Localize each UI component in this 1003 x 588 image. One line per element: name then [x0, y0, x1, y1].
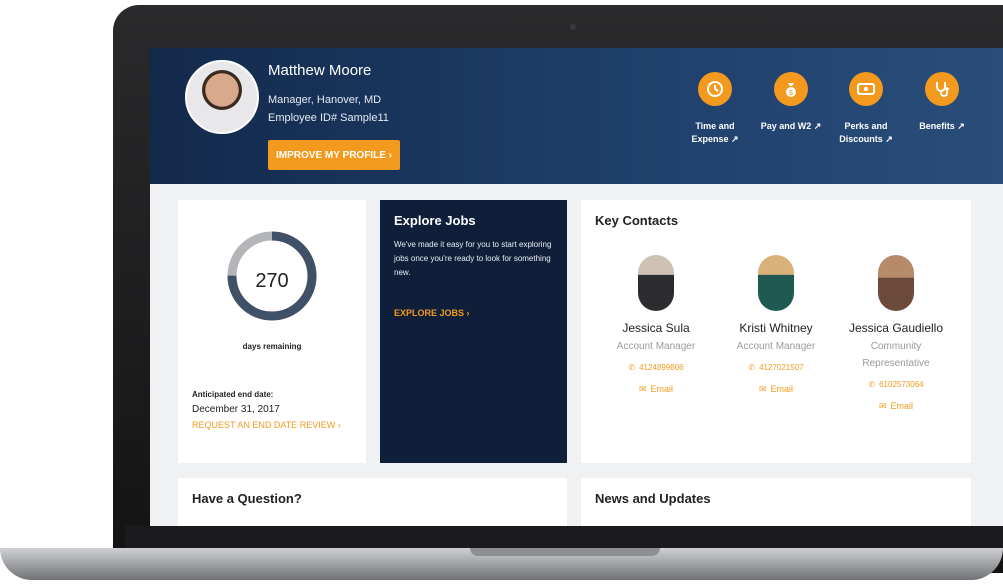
explore-jobs-body: We've made it easy for you to start expl…	[394, 240, 552, 277]
contact-phone[interactable]: ✆ 6102573064	[836, 380, 956, 389]
contact-name: Jessica Sula	[622, 321, 690, 335]
contact-card: Kristi Whitney Account Manager ✆ 41270215…	[716, 255, 836, 395]
employee-id: Employee ID# Sample11	[268, 112, 389, 124]
clock-icon	[698, 72, 732, 106]
email-link: Email	[650, 384, 674, 394]
contact-role: Account Manager	[736, 341, 816, 352]
svg-text:$: $	[789, 90, 793, 97]
shortcut-time-expense[interactable]: Time and Expense ↗	[675, 72, 755, 146]
end-date-value: December 31, 2017	[192, 404, 280, 415]
money-bag-icon: $	[774, 72, 808, 106]
explore-jobs-title: Explore Jobs	[394, 213, 476, 228]
contact-phone[interactable]: ✆ 4124899806	[596, 363, 716, 372]
improve-profile-button[interactable]: IMPROVE MY PROFILE ›	[268, 140, 400, 170]
shortcut-label: Pay and W2 ↗	[760, 121, 822, 131]
assignment-card: 270 days remaining Anticipated end date:…	[178, 200, 366, 463]
key-contacts-title: Key Contacts	[595, 213, 679, 228]
phone-icon: ✆	[748, 363, 756, 372]
email-link: Email	[770, 384, 794, 394]
key-contacts-card: Key Contacts Jessica Sula Account Manage…	[581, 200, 971, 463]
contact-photo	[638, 255, 674, 311]
profile-title: Manager, Hanover, MD	[268, 94, 382, 106]
envelope-icon: ✉	[878, 401, 887, 411]
contact-email[interactable]: ✉ Email	[716, 384, 836, 395]
shortcut-pay-w2[interactable]: $ Pay and W2 ↗	[751, 72, 831, 133]
contact-email[interactable]: ✉ Email	[836, 401, 956, 412]
envelope-icon: ✉	[638, 384, 647, 394]
phone-number: 4127021507	[759, 363, 804, 372]
news-card: News and Updates	[581, 478, 971, 526]
contact-name: Kristi Whitney	[739, 321, 813, 335]
request-review-link[interactable]: REQUEST AN END DATE REVIEW ›	[192, 420, 341, 430]
contact-card: Jessica Sula Account Manager ✆ 4124899806…	[596, 255, 716, 395]
shortcut-label: Perks and	[844, 121, 888, 131]
stethoscope-icon	[925, 72, 959, 106]
question-card: Have a Question?	[178, 478, 567, 526]
email-link: Email	[890, 401, 914, 411]
profile-name: Matthew Moore	[268, 62, 372, 79]
avatar	[185, 60, 259, 134]
explore-jobs-link[interactable]: EXPLORE JOBS ›	[394, 308, 470, 318]
contact-card: Jessica Gaudiello Community Representati…	[836, 255, 956, 412]
contact-role: Community Representative	[862, 341, 930, 369]
laptop-notch	[470, 548, 660, 556]
contact-phone[interactable]: ✆ 4127021507	[716, 363, 836, 372]
shortcut-benefits[interactable]: Benefits ↗	[902, 72, 982, 133]
profile-header: Matthew Moore Manager, Hanover, MD Emplo…	[150, 48, 1003, 184]
end-date-label: Anticipated end date:	[192, 390, 274, 399]
shortcut-label: Time and	[695, 121, 735, 131]
contact-name: Jessica Gaudiello	[848, 321, 944, 335]
envelope-icon: ✉	[758, 384, 767, 394]
phone-icon: ✆	[868, 380, 876, 389]
contact-email[interactable]: ✉ Email	[596, 384, 716, 395]
shortcut-perks[interactable]: Perks and Discounts ↗	[826, 72, 906, 146]
explore-jobs-card: Explore Jobs We've made it easy for you …	[380, 200, 567, 463]
shortcut-label-2: Discounts ↗	[839, 134, 893, 144]
news-title: News and Updates	[595, 491, 711, 506]
contact-photo	[758, 255, 794, 311]
laptop-bezel	[125, 526, 1003, 550]
shortcut-label: Benefits ↗	[919, 121, 965, 131]
days-label: days remaining	[242, 342, 302, 351]
phone-number: 4124899806	[639, 363, 684, 372]
contact-photo	[878, 255, 914, 311]
days-value: 270	[255, 270, 289, 292]
question-title: Have a Question?	[192, 491, 302, 506]
camera-icon	[570, 24, 576, 30]
shortcut-label-2: Expense ↗	[691, 134, 739, 144]
contact-role: Account Manager	[616, 341, 696, 352]
phone-number: 6102573064	[879, 380, 924, 389]
screen: Matthew Moore Manager, Hanover, MD Emplo…	[150, 48, 1003, 526]
phone-icon: ✆	[628, 363, 636, 372]
cash-icon	[849, 72, 883, 106]
